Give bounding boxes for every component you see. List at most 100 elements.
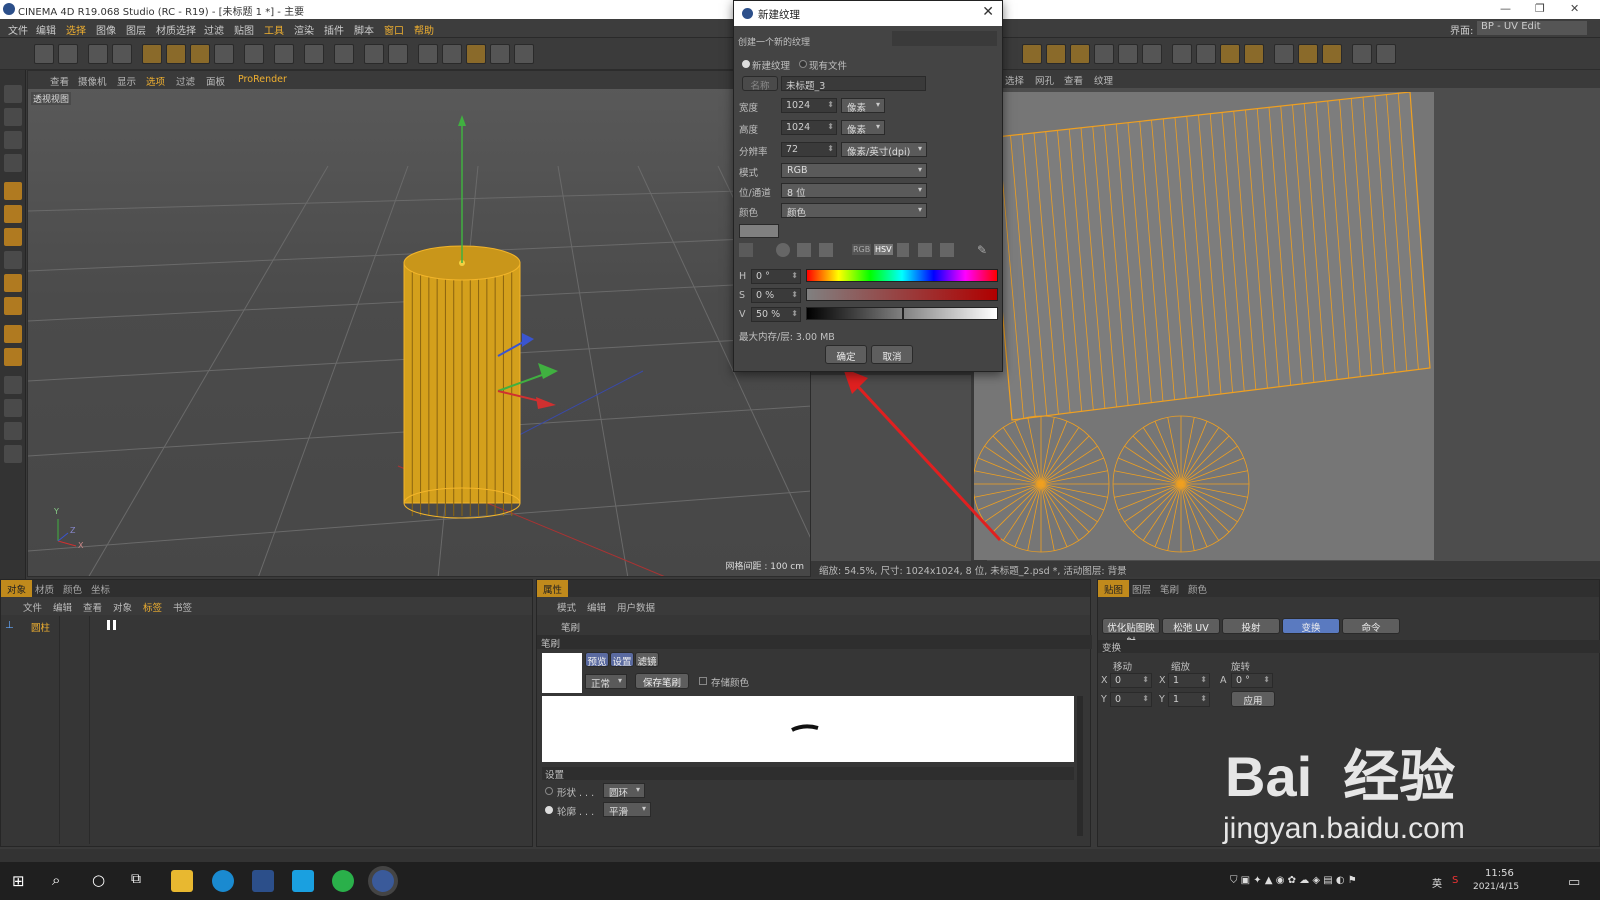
blend-mode-dropdown[interactable]: 正常 xyxy=(585,674,627,690)
radio-new-texture[interactable] xyxy=(742,60,750,68)
uv-flip-icon[interactable] xyxy=(1094,44,1114,64)
scale-y-field[interactable]: 1 xyxy=(1168,692,1210,707)
rect-tool-icon[interactable] xyxy=(4,108,22,126)
redo-icon[interactable] xyxy=(58,44,78,64)
store-icon[interactable] xyxy=(292,870,314,892)
lasso-tool-icon[interactable] xyxy=(4,131,22,149)
h-field[interactable]: 0 ° xyxy=(751,269,801,284)
transform-button[interactable]: 变换 xyxy=(1282,618,1340,634)
move-tool-icon[interactable] xyxy=(4,85,22,103)
uv-resize-icon[interactable] xyxy=(1352,44,1372,64)
menu-filter[interactable]: 过滤 xyxy=(204,22,224,37)
paint-icon[interactable] xyxy=(244,44,264,64)
app-icon[interactable] xyxy=(252,870,274,892)
axis-icon[interactable] xyxy=(214,44,234,64)
fill-select-icon[interactable] xyxy=(4,154,22,172)
hue-slider[interactable] xyxy=(806,269,998,282)
start-icon[interactable]: ⊞ xyxy=(12,872,25,890)
paint-3d-icon[interactable] xyxy=(274,44,294,64)
menu-layer[interactable]: 图层 xyxy=(126,22,146,37)
tab-uv-brush[interactable]: 笔刷 xyxy=(1154,580,1185,597)
shape-dropdown[interactable]: 圆环 xyxy=(603,783,645,799)
color-swatch[interactable] xyxy=(739,224,779,238)
perspective-viewport[interactable]: 查看 摄像机 显示 选项 过滤 面板 ProRender 透视视图 Y X Z … xyxy=(27,70,811,577)
image-icon[interactable] xyxy=(819,243,833,257)
menu-tools[interactable]: 工具 xyxy=(264,22,284,37)
name-field[interactable]: 未标题_3 xyxy=(781,76,926,92)
spectrum-icon[interactable] xyxy=(797,243,811,257)
tab-materials[interactable]: 材质 xyxy=(29,580,60,597)
checker-icon[interactable] xyxy=(418,44,438,64)
search-icon[interactable]: ⌕ xyxy=(52,871,60,889)
uv-align3-icon[interactable] xyxy=(1070,44,1090,64)
uv-align-icon[interactable] xyxy=(1022,44,1042,64)
menu-select[interactable]: 选择 xyxy=(66,22,86,37)
obj-menu-file[interactable]: 文件 xyxy=(23,600,42,614)
tab-attributes[interactable]: 属性 xyxy=(537,580,569,597)
eraser-icon[interactable] xyxy=(4,228,22,246)
tab-hsv[interactable]: HSV xyxy=(874,244,893,255)
rotate-icon[interactable] xyxy=(190,44,210,64)
subtab-preview[interactable]: 预览 xyxy=(585,652,609,668)
bucket-icon[interactable] xyxy=(4,274,22,292)
uv-snap2-icon[interactable] xyxy=(1322,44,1342,64)
move-x-field[interactable]: 0 xyxy=(1110,673,1152,688)
subtab-filter[interactable]: 滤镜 xyxy=(635,652,659,668)
uv-menu-mesh[interactable]: 网孔 xyxy=(1035,73,1054,87)
obj-menu-edit[interactable]: 编辑 xyxy=(53,600,72,614)
task-view-icon[interactable]: ⧉ xyxy=(131,871,141,887)
attr-menu-userdata[interactable]: 用户数据 xyxy=(617,600,655,614)
uv-snap-icon[interactable] xyxy=(1298,44,1318,64)
tray-icons[interactable]: ⛉ ▣ ✦ ▲ ◉ ✿ ☁ ◈ ▤ ◐ ⚑ xyxy=(1230,875,1357,886)
contour-dropdown[interactable]: 平滑 xyxy=(603,802,651,818)
sogou-icon[interactable]: S xyxy=(1452,875,1458,886)
resolution-unit-dropdown[interactable]: 像素/英寸(dpi) xyxy=(841,142,927,158)
uv-swap-icon[interactable] xyxy=(1274,44,1294,64)
contour-radio[interactable] xyxy=(545,806,553,814)
scale-icon[interactable] xyxy=(166,44,186,64)
width-unit-dropdown[interactable]: 像素 xyxy=(841,98,885,114)
gradient-icon[interactable] xyxy=(4,251,22,269)
tab-objects[interactable]: 对象 xyxy=(1,580,33,597)
tab-uv-color[interactable]: 颜色 xyxy=(1182,580,1213,597)
height-field[interactable]: 1024 xyxy=(781,120,837,135)
uv-points-icon[interactable] xyxy=(364,44,384,64)
star-icon[interactable] xyxy=(4,348,22,366)
tab-uv-map[interactable]: 贴图 xyxy=(1098,580,1130,597)
cortana-icon[interactable]: ○ xyxy=(92,871,105,889)
width-field[interactable]: 1024 xyxy=(781,98,837,113)
cube-shade-icon[interactable] xyxy=(490,44,510,64)
uv-resize2-icon[interactable] xyxy=(1376,44,1396,64)
mode-dropdown[interactable]: RGB xyxy=(781,163,927,178)
menu-window[interactable]: 窗口 xyxy=(384,22,404,37)
move-icon[interactable] xyxy=(142,44,162,64)
tab-uv-layers[interactable]: 图层 xyxy=(1126,580,1157,597)
menu-help[interactable]: 帮助 xyxy=(414,22,434,37)
restore-icon[interactable]: ❐ xyxy=(1535,2,1545,15)
depth-dropdown[interactable]: 8 位 xyxy=(781,183,927,199)
notification-icon[interactable]: ▭ xyxy=(1568,875,1580,890)
relax-uv-button[interactable]: 松弛 UV xyxy=(1162,618,1220,634)
menu-render[interactable]: 渲染 xyxy=(294,22,314,37)
text-icon[interactable] xyxy=(4,325,22,343)
color-dropdown[interactable]: 颜色 xyxy=(781,203,927,219)
optimize-mapping-button[interactable]: 优化贴图映射 xyxy=(1102,618,1160,648)
eyedropper-icon[interactable] xyxy=(4,376,22,394)
cinema4d-taskbar-icon[interactable] xyxy=(372,870,394,892)
store-color-checkbox[interactable] xyxy=(699,677,707,685)
uv-menu-texture[interactable]: 纹理 xyxy=(1094,73,1113,87)
obj-menu-tags[interactable]: 标签 xyxy=(143,600,162,614)
save-brush-button[interactable]: 保存笔刷 xyxy=(635,673,689,689)
scale-x-field[interactable]: 1 xyxy=(1168,673,1210,688)
subtab-settings[interactable]: 设置 xyxy=(610,652,634,668)
shape-radio[interactable] xyxy=(545,787,553,795)
color-swatch-icon[interactable] xyxy=(4,422,22,440)
dialog-close-icon[interactable]: ✕ xyxy=(982,4,994,20)
resolution-field[interactable]: 72 xyxy=(781,142,837,157)
uv-menu-view[interactable]: 查看 xyxy=(1064,73,1083,87)
uv-mirror-icon[interactable] xyxy=(1118,44,1138,64)
texture-tag-icon[interactable] xyxy=(107,620,119,630)
value-slider-marker[interactable] xyxy=(902,307,904,320)
file-explorer-icon[interactable] xyxy=(171,870,193,892)
uv-texture-canvas[interactable] xyxy=(974,92,1434,560)
